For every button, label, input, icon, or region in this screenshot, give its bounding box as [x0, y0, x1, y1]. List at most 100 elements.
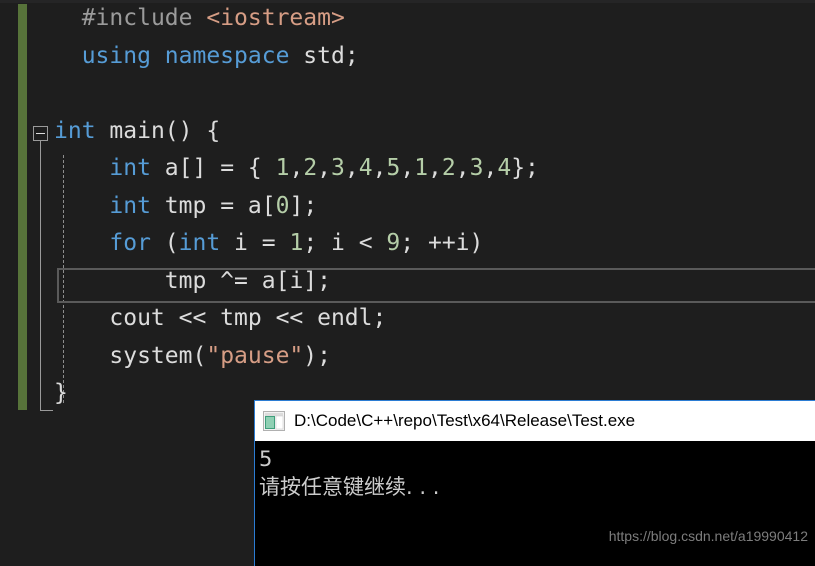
- code-token: ,: [400, 155, 415, 181]
- console-window[interactable]: D:\Code\C++\repo\Test\x64\Release\Test.e…: [254, 400, 815, 566]
- code-line[interactable]: #include <iostream>: [54, 0, 815, 38]
- code-token: ,: [483, 155, 498, 181]
- code-token: ];: [303, 267, 331, 294]
- code-token: tmp: [164, 192, 207, 219]
- code-token: using namespace: [81, 42, 290, 69]
- code-token: 1: [289, 230, 304, 256]
- code-token: =: [247, 230, 290, 256]
- code-line[interactable]: int a[] = { 1,2,3,4,5,1,2,3,4};: [54, 150, 815, 188]
- code-text-area[interactable]: #include <iostream> using namespace std;…: [54, 0, 815, 413]
- code-token: i: [331, 230, 345, 256]
- code-token: 1: [414, 155, 429, 181]
- code-line[interactable]: [54, 75, 815, 113]
- code-token: <<: [164, 305, 221, 331]
- code-token: <: [344, 230, 387, 256]
- code-token: (: [192, 342, 207, 369]
- console-output-area[interactable]: 5 请按任意键继续. . . https://blog.csdn.net/a19…: [255, 441, 815, 566]
- code-token: for: [109, 230, 151, 256]
- code-token: [] = {: [178, 155, 276, 181]
- code-line[interactable]: system("pause");: [54, 338, 815, 376]
- code-token: ,: [455, 155, 470, 181]
- code-token: cout: [109, 305, 165, 331]
- code-token: i: [455, 230, 470, 256]
- code-token: int: [54, 117, 96, 144]
- code-line[interactable]: for (int i = 1; i < 9; ++i): [54, 225, 815, 263]
- code-token: 2: [441, 155, 456, 181]
- code-token: 0: [275, 192, 290, 219]
- code-token: <<: [261, 305, 318, 331]
- code-fold-collapse-icon[interactable]: [33, 126, 48, 141]
- code-token: ,: [344, 155, 359, 181]
- code-token: i: [289, 267, 304, 294]
- code-token: ,: [289, 155, 304, 181]
- code-token: [: [261, 192, 276, 219]
- code-token: };: [511, 155, 539, 181]
- code-token: a: [247, 192, 262, 219]
- code-line[interactable]: int main() {: [54, 113, 815, 151]
- code-token: ,: [317, 155, 332, 181]
- code-token: [: [275, 267, 290, 294]
- code-token: tmp: [220, 305, 262, 331]
- watermark-text: https://blog.csdn.net/a19990412: [608, 528, 808, 544]
- console-output-line: 请按任意键继续. . .: [259, 475, 440, 499]
- code-token: (: [150, 230, 179, 256]
- code-token: 9: [386, 230, 401, 256]
- code-token: ^=: [206, 267, 262, 294]
- code-token: int: [178, 230, 221, 256]
- code-token: ;: [372, 305, 387, 331]
- code-token: a: [164, 155, 179, 181]
- code-token: ];: [289, 192, 318, 219]
- code-token: 1: [275, 155, 290, 181]
- code-token: <iostream>: [206, 5, 345, 31]
- code-token: =: [206, 192, 248, 219]
- code-fold-guide-foot: [40, 410, 53, 411]
- code-token: #include: [81, 5, 193, 31]
- code-token: 4: [497, 155, 512, 181]
- code-token: int: [109, 155, 151, 181]
- code-line[interactable]: using namespace std;: [54, 38, 815, 76]
- code-token: ; ++: [400, 230, 456, 256]
- vs-code-editor-screenshot: #include <iostream> using namespace std;…: [0, 0, 815, 566]
- code-token: tmp: [164, 267, 207, 294]
- code-token: 2: [303, 155, 318, 181]
- code-token: "pause": [206, 342, 304, 369]
- code-token: ): [469, 230, 484, 256]
- code-token: i: [234, 230, 248, 256]
- code-line[interactable]: cout << tmp << endl;: [54, 300, 815, 338]
- code-line[interactable]: tmp ^= a[i];: [54, 263, 815, 301]
- code-token: int: [109, 192, 151, 219]
- code-token: 3: [469, 155, 484, 181]
- code-token: ,: [372, 155, 387, 181]
- code-token: }: [54, 380, 68, 406]
- console-title-bar[interactable]: D:\Code\C++\repo\Test\x64\Release\Test.e…: [255, 401, 815, 441]
- console-app-icon: [263, 411, 285, 431]
- code-token: ;: [303, 230, 332, 256]
- code-token: system: [109, 342, 193, 369]
- code-token: std: [303, 42, 345, 69]
- code-token: a: [261, 267, 276, 294]
- console-output-line: 5: [259, 447, 273, 471]
- unsaved-changes-indicator-bar: [18, 4, 27, 410]
- code-token: 4: [358, 155, 373, 181]
- code-token: main: [109, 117, 165, 144]
- code-token: );: [303, 342, 331, 369]
- console-title-text: D:\Code\C++\repo\Test\x64\Release\Test.e…: [294, 411, 636, 430]
- code-token: ,: [428, 155, 442, 181]
- code-line[interactable]: int tmp = a[0];: [54, 188, 815, 226]
- code-token: ;: [344, 42, 359, 69]
- code-token: 5: [386, 155, 401, 181]
- code-token: 3: [331, 155, 345, 181]
